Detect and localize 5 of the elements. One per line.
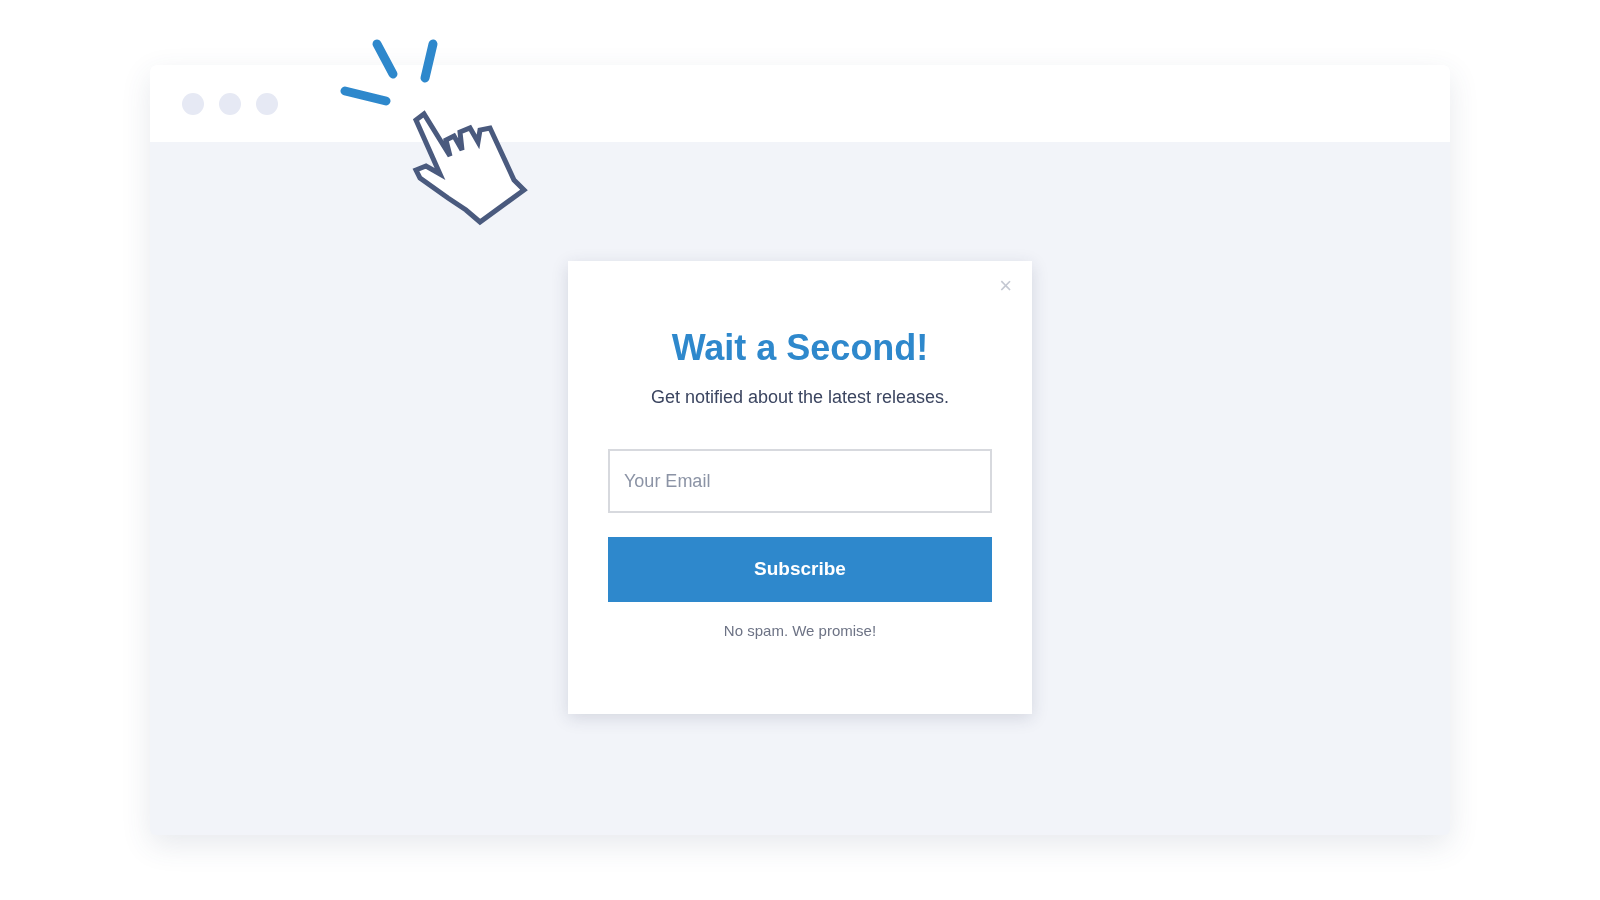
subscribe-button[interactable]: Subscribe	[608, 537, 992, 602]
popup-subtitle: Get notified about the latest releases.	[650, 386, 950, 409]
email-field[interactable]: Your Email	[608, 449, 992, 513]
popup-title: Wait a Second!	[671, 326, 929, 370]
disclaimer-text: No spam. We promise!	[723, 621, 877, 641]
